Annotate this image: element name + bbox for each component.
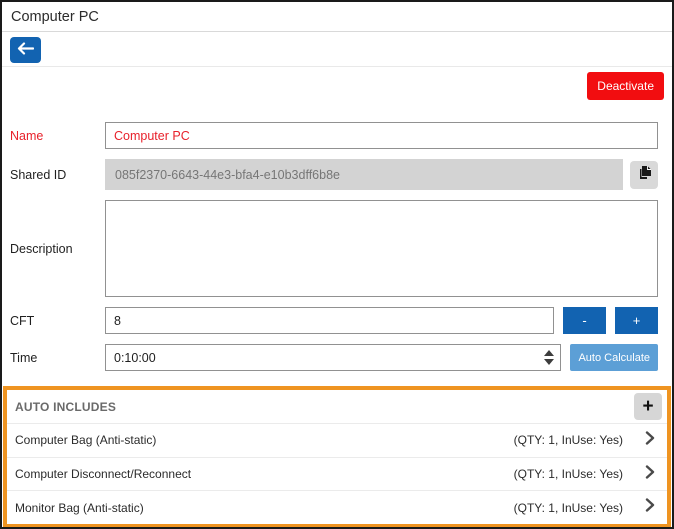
name-input[interactable] <box>105 122 658 149</box>
description-row: Description <box>10 200 658 297</box>
back-toolbar <box>2 32 672 67</box>
include-detail: (QTY: 1, InUse: Yes) <box>513 500 623 515</box>
cft-input[interactable] <box>105 307 554 334</box>
copy-button[interactable] <box>630 160 658 189</box>
page-title: Computer PC <box>11 9 99 25</box>
auto-includes-header: AUTO INCLUDES + <box>7 390 667 424</box>
include-name: Monitor Bag (Anti-static) <box>15 500 144 515</box>
app-window: Computer PC Deactivate Name Shared ID 08… <box>0 0 674 529</box>
list-item[interactable]: Monitor Bag (Anti-static) (QTY: 1, InUse… <box>7 490 667 524</box>
chevron-right-icon <box>645 464 655 484</box>
time-label: Time <box>10 350 38 365</box>
time-field <box>105 344 562 371</box>
shared-id-label: Shared ID <box>10 167 67 182</box>
auto-includes-title: AUTO INCLUDES <box>15 399 117 414</box>
name-row: Name <box>10 122 658 149</box>
cft-label: CFT <box>10 313 35 328</box>
description-label: Description <box>10 241 73 256</box>
action-bar: Deactivate <box>2 67 672 104</box>
cft-minus-button[interactable]: - <box>563 307 606 334</box>
back-button[interactable] <box>10 37 41 63</box>
include-detail: (QTY: 1, InUse: Yes) <box>513 467 623 481</box>
time-spinner[interactable] <box>538 350 560 365</box>
cft-plus-button[interactable]: + <box>615 307 658 334</box>
list-item[interactable]: Computer Disconnect/Reconnect (QTY: 1, I… <box>7 456 667 491</box>
description-input[interactable] <box>105 200 658 297</box>
include-name: Computer Disconnect/Reconnect <box>15 467 192 481</box>
back-arrow-icon <box>17 42 35 58</box>
spinner-down-icon[interactable] <box>544 359 555 365</box>
item-form: Name Shared ID 085f2370-6643-44e3-bfa4-e… <box>2 104 672 371</box>
name-label: Name <box>10 128 44 143</box>
copy-icon <box>637 165 652 184</box>
titlebar: Computer PC <box>2 2 672 32</box>
include-name: Computer Bag (Anti-static) <box>15 433 157 448</box>
time-row: Time Auto Calculate <box>10 344 658 371</box>
shared-id-value: 085f2370-6643-44e3-bfa4-e10b3dff6b8e <box>105 159 623 190</box>
shared-id-row: Shared ID 085f2370-6643-44e3-bfa4-e10b3d… <box>10 159 658 190</box>
time-input[interactable] <box>106 345 539 370</box>
list-item[interactable]: Computer Bag (Anti-static) (QTY: 1, InUs… <box>7 424 667 457</box>
auto-includes-section: AUTO INCLUDES + Computer Bag (Anti-stati… <box>3 386 671 527</box>
auto-calculate-button[interactable]: Auto Calculate <box>570 344 658 371</box>
deactivate-button[interactable]: Deactivate <box>587 72 664 100</box>
add-include-button[interactable]: + <box>634 393 662 420</box>
spinner-up-icon[interactable] <box>544 350 555 356</box>
cft-row: CFT - + <box>10 307 658 334</box>
chevron-right-icon <box>645 431 655 450</box>
chevron-right-icon <box>645 498 655 517</box>
include-detail: (QTY: 1, InUse: Yes) <box>513 433 623 448</box>
